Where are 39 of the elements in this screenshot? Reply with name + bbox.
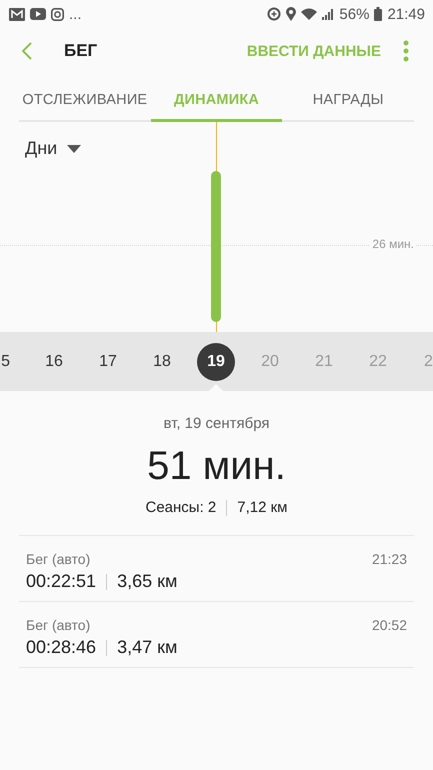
total-distance: 7,12 км xyxy=(237,499,288,516)
session-time: 21:23 xyxy=(372,551,407,567)
axis-label: 26 мин. xyxy=(370,237,416,251)
session-row[interactable]: Бег (авто) 21:23 00:22:51 3,65 км xyxy=(19,536,414,602)
mail-icon xyxy=(9,8,25,20)
tab[interactable]: ОТСЛЕЖИВАНИЕ xyxy=(19,80,151,122)
day-number[interactable]: 17 xyxy=(89,342,127,380)
session-duration: 00:28:46 xyxy=(26,637,96,658)
clock: 21:49 xyxy=(387,6,425,22)
session-count: Сеансы: 2 xyxy=(145,499,216,516)
session-distance: 3,47 км xyxy=(117,637,178,658)
caret-icon xyxy=(67,144,82,152)
session-name: Бег (авто) xyxy=(26,617,90,633)
session-row[interactable]: Бег (авто) 20:52 00:28:46 3,47 км xyxy=(19,602,414,668)
signal-icon xyxy=(322,8,334,20)
wifi-icon xyxy=(301,8,318,20)
location-icon xyxy=(286,7,296,21)
date-label: вт, 19 сентября xyxy=(163,415,270,432)
tab[interactable]: НАГРАДЫ xyxy=(282,80,414,122)
more-icon xyxy=(403,40,409,62)
day-number[interactable]: 19 xyxy=(197,342,235,380)
back-button[interactable] xyxy=(22,42,32,60)
day-number[interactable]: 16 xyxy=(35,342,73,380)
page-title: БЕГ xyxy=(64,41,98,61)
session-name: Бег (авто) xyxy=(26,551,90,567)
total-duration: 51 мин. xyxy=(147,444,286,489)
day-number[interactable]: 18 xyxy=(143,342,181,380)
session-distance: 3,65 км xyxy=(117,571,178,592)
play-icon xyxy=(30,8,46,20)
session-duration: 00:22:51 xyxy=(26,571,96,592)
battery-icon xyxy=(374,7,382,21)
battery-percent: 56% xyxy=(339,6,370,22)
period-dropdown[interactable]: Дни xyxy=(25,138,82,159)
camera-icon xyxy=(51,8,64,20)
more-notifications: ... xyxy=(69,6,82,22)
back-icon xyxy=(22,42,32,60)
session-time: 20:52 xyxy=(372,617,407,633)
day-number[interactable]: 5 xyxy=(1,342,10,380)
more-button[interactable] xyxy=(403,40,409,62)
